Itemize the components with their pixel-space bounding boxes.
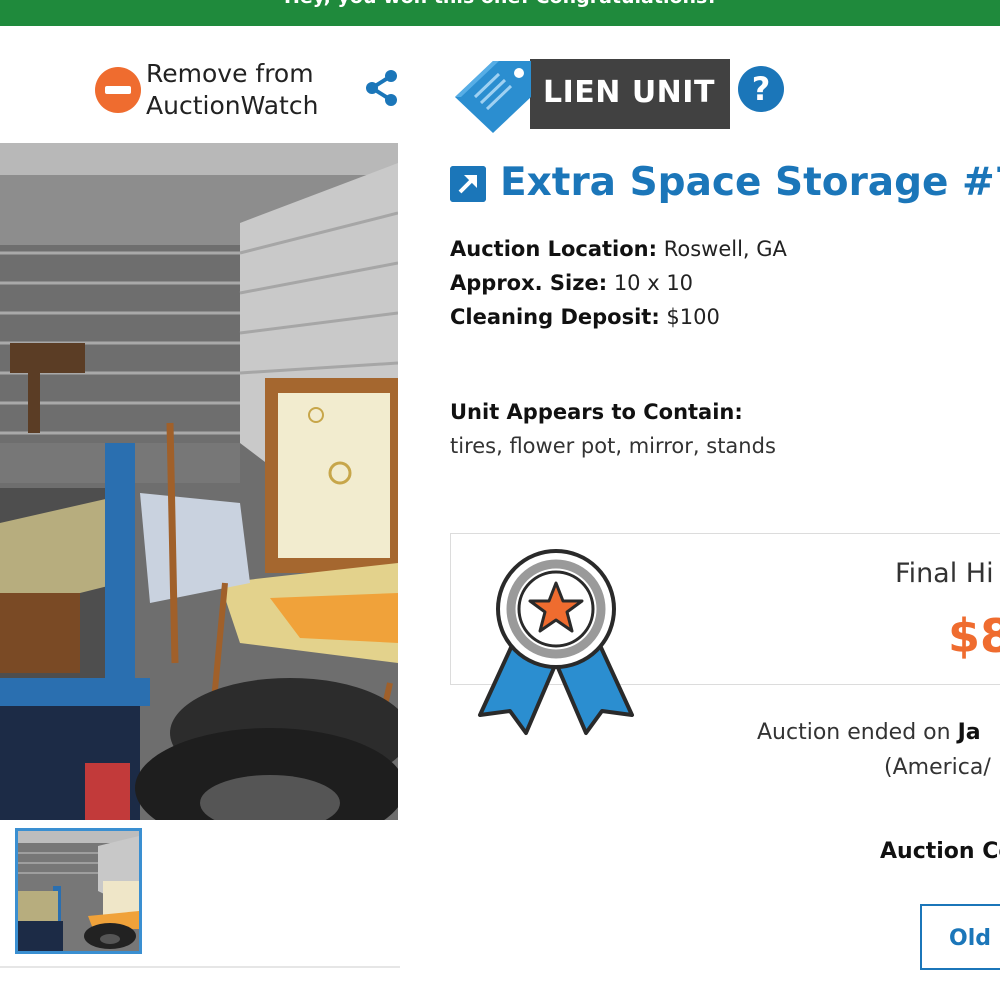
lien-unit-label: LIEN UNIT: [543, 75, 715, 110]
location-value: Roswell, GA: [663, 237, 787, 261]
old-s-button[interactable]: Old S: [920, 904, 1000, 970]
old-s-button-label: Old S: [949, 926, 1000, 951]
deposit-row: Cleaning Deposit: $100: [450, 300, 787, 334]
size-value: 10 x 10: [613, 271, 694, 295]
final-bid-label: Final Hi: [895, 558, 994, 589]
unit-title[interactable]: Extra Space Storage #78: [500, 160, 1000, 205]
gallery-divider: [0, 966, 400, 968]
external-link-icon[interactable]: [450, 166, 486, 202]
size-row: Approx. Size: 10 x 10: [450, 266, 787, 300]
unit-details: Auction Location: Roswell, GA Approx. Si…: [450, 232, 787, 334]
auctionwatch-label: Remove from AuctionWatch: [146, 59, 319, 120]
final-bid-amount: $8: [948, 609, 1000, 663]
auction-ended-line: Auction ended on Ja: [757, 720, 981, 745]
location-label: Auction Location:: [450, 237, 658, 261]
auction-ended-prefix: Auction ended on: [757, 720, 951, 745]
share-icon[interactable]: [362, 68, 402, 108]
contains-heading: Unit Appears to Contain:: [450, 400, 743, 424]
auction-ended-date: Ja: [957, 720, 981, 745]
location-row: Auction Location: Roswell, GA: [450, 232, 787, 266]
price-tag-icon: [455, 61, 531, 133]
banner-text: Hey, you won this one! Congratulations!: [0, 0, 1000, 8]
award-ribbon-icon: [478, 549, 634, 735]
remove-auctionwatch-button[interactable]: Remove from AuctionWatch: [95, 58, 366, 122]
deposit-label: Cleaning Deposit:: [450, 305, 660, 329]
unit-photo[interactable]: [0, 143, 398, 820]
minus-circle-icon: [95, 67, 141, 113]
auction-company-label: Auction Co: [880, 839, 1000, 864]
photo-thumbnail[interactable]: [15, 828, 142, 954]
help-icon[interactable]: ?: [738, 66, 784, 112]
congrats-banner: Hey, you won this one! Congratulations!: [0, 0, 1000, 26]
auction-ended-timezone: (America/: [884, 755, 991, 780]
contains-value: tires, flower pot, mirror, stands: [450, 434, 776, 458]
deposit-value: $100: [666, 305, 720, 329]
lien-unit-badge: LIEN UNIT: [453, 57, 730, 133]
size-label: Approx. Size:: [450, 271, 608, 295]
